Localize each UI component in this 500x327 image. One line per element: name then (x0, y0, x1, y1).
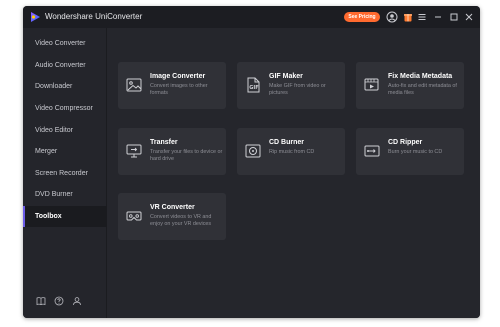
transfer-icon (126, 144, 142, 158)
see-pricing-button[interactable]: See Pricing (344, 12, 380, 22)
tool-card-fix-media-metadata[interactable]: Fix Media Metadata Auto-fix and edit met… (356, 62, 464, 109)
sidebar-item-label: Video Converter (35, 40, 86, 47)
tool-card-cd-burner[interactable]: CD Burner Rip music from CD (237, 128, 345, 175)
tool-title: Image Converter (150, 73, 206, 80)
tool-description: Transfer your files to device or hard dr… (150, 149, 223, 162)
sidebar-item-label: Merger (35, 148, 58, 155)
tool-title: CD Ripper (388, 139, 423, 146)
image-icon (126, 78, 142, 92)
sidebar-item-label: Screen Recorder (35, 170, 88, 177)
sidebar-item-label: Audio Converter (35, 62, 86, 69)
sidebar-item-label: Video Editor (35, 127, 74, 134)
sidebar-item-audio-converter[interactable]: Audio Converter (23, 55, 107, 76)
sidebar-item-screen-recorder[interactable]: Screen Recorder (23, 163, 107, 184)
tool-description: Convert videos to VR and enjoy on your V… (150, 214, 212, 227)
gif-icon: GIF (247, 77, 260, 93)
tool-title: CD Burner (269, 139, 305, 146)
sidebar-item-video-compressor[interactable]: Video Compressor (23, 98, 107, 119)
tool-card-vr-converter[interactable]: VR Converter Convert videos to VR and en… (118, 193, 226, 240)
app-window: Wondershare UniConverter See Pricing Vid… (23, 6, 480, 318)
book-icon[interactable] (36, 296, 46, 306)
minimize-icon[interactable] (432, 11, 444, 23)
tool-title: Transfer (150, 139, 178, 146)
app-logo-icon (31, 12, 40, 22)
sidebar-item-label: DVD Burner (35, 191, 73, 198)
sidebar-item-downloader[interactable]: Downloader (23, 76, 107, 97)
tool-description: Rip music from CD (269, 149, 315, 155)
menu-icon[interactable] (416, 11, 428, 23)
tool-card-cd-ripper[interactable]: CD Ripper Burn your music to CD (356, 128, 464, 175)
cd-ripper-icon (364, 145, 380, 157)
account-icon[interactable] (72, 296, 82, 306)
tool-card-transfer[interactable]: Transfer Transfer your files to device o… (118, 128, 226, 175)
tool-card-gif-maker[interactable]: GIF GIF Maker Make GIF from video or pic… (237, 62, 345, 109)
cd-burner-icon (245, 144, 261, 158)
metadata-icon (364, 78, 379, 91)
close-icon[interactable] (463, 11, 475, 23)
title-bar: Wondershare UniConverter See Pricing (23, 6, 480, 28)
maximize-icon[interactable] (448, 11, 460, 23)
tool-card-image-converter[interactable]: Image Converter Convert images to other … (118, 62, 226, 109)
app-title: Wondershare UniConverter (45, 12, 143, 21)
help-icon[interactable] (54, 296, 64, 306)
sidebar-item-dvd-burner[interactable]: DVD Burner (23, 184, 107, 205)
sidebar: Video Converter Audio Converter Download… (23, 28, 107, 318)
sidebar-item-video-converter[interactable]: Video Converter (23, 33, 107, 54)
tool-description: Burn your music to CD (388, 149, 443, 155)
sidebar-item-video-editor[interactable]: Video Editor (23, 120, 107, 141)
tool-description: Make GIF from video or pictures (269, 83, 326, 96)
active-indicator (23, 206, 25, 227)
sidebar-item-label: Downloader (35, 83, 73, 90)
gift-icon[interactable] (402, 11, 414, 23)
tool-title: Fix Media Metadata (388, 73, 453, 80)
sidebar-item-label: Video Compressor (35, 105, 93, 112)
avatar-icon[interactable] (386, 11, 398, 23)
toolbox-panel: Image Converter Convert images to other … (107, 28, 480, 318)
svg-text:GIF: GIF (249, 85, 258, 91)
sidebar-item-label: Toolbox (35, 213, 62, 220)
sidebar-item-toolbox[interactable]: Toolbox (23, 206, 107, 227)
tool-title: VR Converter (150, 204, 195, 211)
tool-description: Convert images to other formats (150, 83, 208, 96)
sidebar-item-merger[interactable]: Merger (23, 141, 107, 162)
tool-description: Auto-fix and edit metadata of media file… (388, 83, 457, 96)
tool-title: GIF Maker (269, 73, 303, 80)
vr-icon (126, 211, 142, 221)
